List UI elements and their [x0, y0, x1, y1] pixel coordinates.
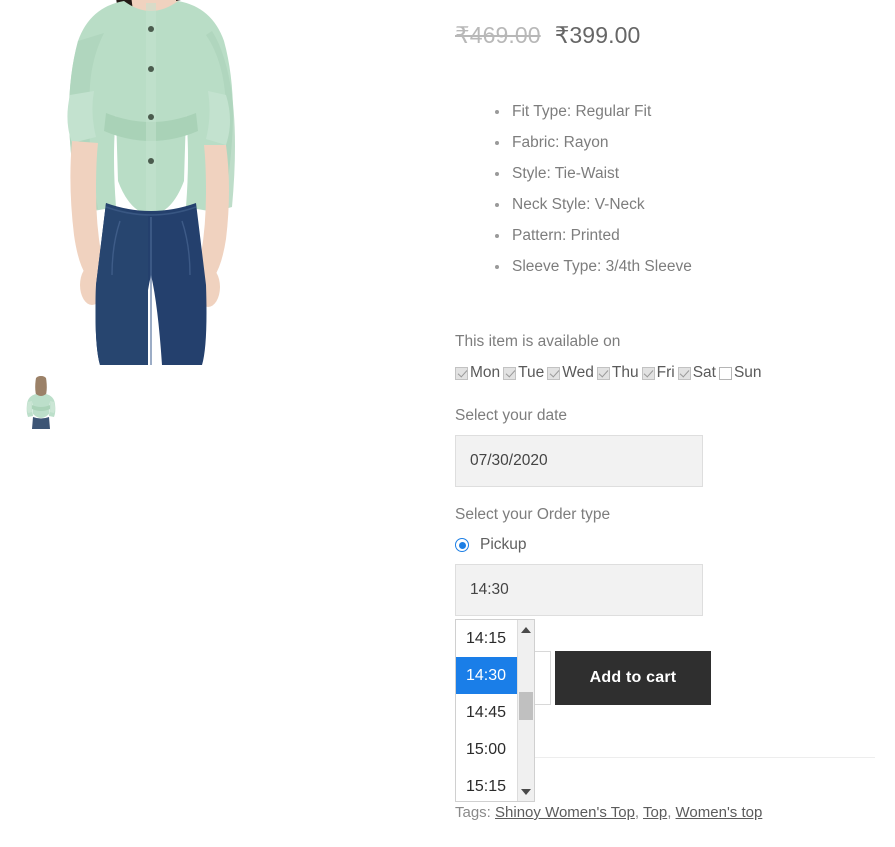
product-feature-list: Fit Type: Regular Fit Fabric: Rayon Styl…: [455, 96, 692, 282]
model-photo-illustration: [20, 0, 282, 365]
list-item: Fabric: Rayon: [510, 127, 692, 158]
time-option-1430[interactable]: 14:30: [456, 657, 519, 694]
price-original: ₹469.00: [455, 22, 541, 48]
day-checkbox-tue[interactable]: Tue: [503, 364, 544, 382]
thumbnail-back-view-illustration: [20, 372, 62, 429]
tag-separator: ,: [634, 804, 643, 821]
add-to-cart-button[interactable]: Add to cart: [555, 651, 711, 705]
day-label: Fri: [656, 364, 675, 381]
checkbox-icon[interactable]: [641, 366, 655, 380]
price-row: ₹469.00 ₹399.00: [455, 22, 640, 49]
day-label: Wed: [562, 364, 594, 381]
day-checkbox-mon[interactable]: Mon: [455, 364, 500, 382]
list-item: Sleeve Type: 3/4th Sleeve: [510, 251, 692, 282]
date-input[interactable]: [455, 435, 703, 487]
day-label: Mon: [470, 364, 501, 381]
day-label: Thu: [611, 364, 639, 381]
day-checkbox-sat[interactable]: Sat: [677, 364, 716, 382]
radio-icon[interactable]: [455, 538, 469, 552]
availability-days: Mon Tue Wed Thu Fri Sat Sun: [455, 364, 765, 382]
date-field-label: Select your date: [455, 407, 568, 424]
time-dropdown-list[interactable]: 14:15 14:30 14:45 15:00 15:15: [455, 619, 535, 802]
order-type-pickup-option[interactable]: Pickup: [455, 536, 527, 554]
checkbox-icon[interactable]: [718, 366, 732, 380]
list-item: Pattern: Printed: [510, 220, 692, 251]
product-gallery: [0, 0, 440, 847]
time-option-1500[interactable]: 15:00: [456, 731, 519, 768]
product-main-image[interactable]: [20, 0, 282, 365]
tag-separator: ,: [667, 804, 676, 821]
price-sale: ₹399.00: [554, 22, 641, 48]
tag-link-1[interactable]: Shinoy Women's Top: [495, 804, 635, 821]
thumbnail-strip: [20, 372, 62, 429]
tags-label: Tags:: [455, 804, 491, 821]
scroll-down-arrow-icon[interactable]: [518, 783, 534, 800]
checkbox-icon[interactable]: [503, 366, 517, 380]
tag-link-3[interactable]: Women's top: [676, 804, 763, 821]
day-checkbox-thu[interactable]: Thu: [596, 364, 639, 382]
tag-link-2[interactable]: Top: [643, 804, 667, 821]
list-item: Style: Tie-Waist: [510, 158, 692, 189]
time-dropdown-options: 14:15 14:30 14:45 15:00 15:15: [456, 620, 519, 801]
day-checkbox-fri[interactable]: Fri: [641, 364, 675, 382]
checkbox-icon[interactable]: [596, 366, 610, 380]
tags-meta: Tags: Shinoy Women's Top, Top, Women's t…: [455, 804, 762, 821]
day-label: Sat: [692, 364, 716, 381]
product-thumbnail-1[interactable]: [20, 372, 62, 429]
day-label: Tue: [518, 364, 545, 381]
order-type-label: Select your Order type: [455, 506, 611, 523]
time-option-1515[interactable]: 15:15: [456, 768, 519, 801]
availability-label: This item is available on: [455, 333, 621, 350]
list-item: Fit Type: Regular Fit: [510, 96, 692, 127]
time-option-1445[interactable]: 14:45: [456, 694, 519, 731]
scrollbar-thumb[interactable]: [519, 692, 533, 720]
order-type-pickup-label: Pickup: [480, 536, 527, 553]
time-select-display[interactable]: 14:30: [455, 564, 703, 616]
dropdown-scrollbar[interactable]: [517, 620, 534, 801]
checkbox-icon[interactable]: [455, 366, 468, 380]
day-label: Sun: [733, 364, 762, 381]
checkbox-icon[interactable]: [547, 366, 561, 380]
day-checkbox-wed[interactable]: Wed: [547, 364, 594, 382]
checkbox-icon[interactable]: [677, 366, 691, 380]
day-checkbox-sun[interactable]: Sun: [718, 364, 762, 382]
scroll-up-arrow-icon[interactable]: [518, 621, 534, 638]
list-item: Neck Style: V-Neck: [510, 189, 692, 220]
time-option-1415[interactable]: 14:15: [456, 620, 519, 657]
